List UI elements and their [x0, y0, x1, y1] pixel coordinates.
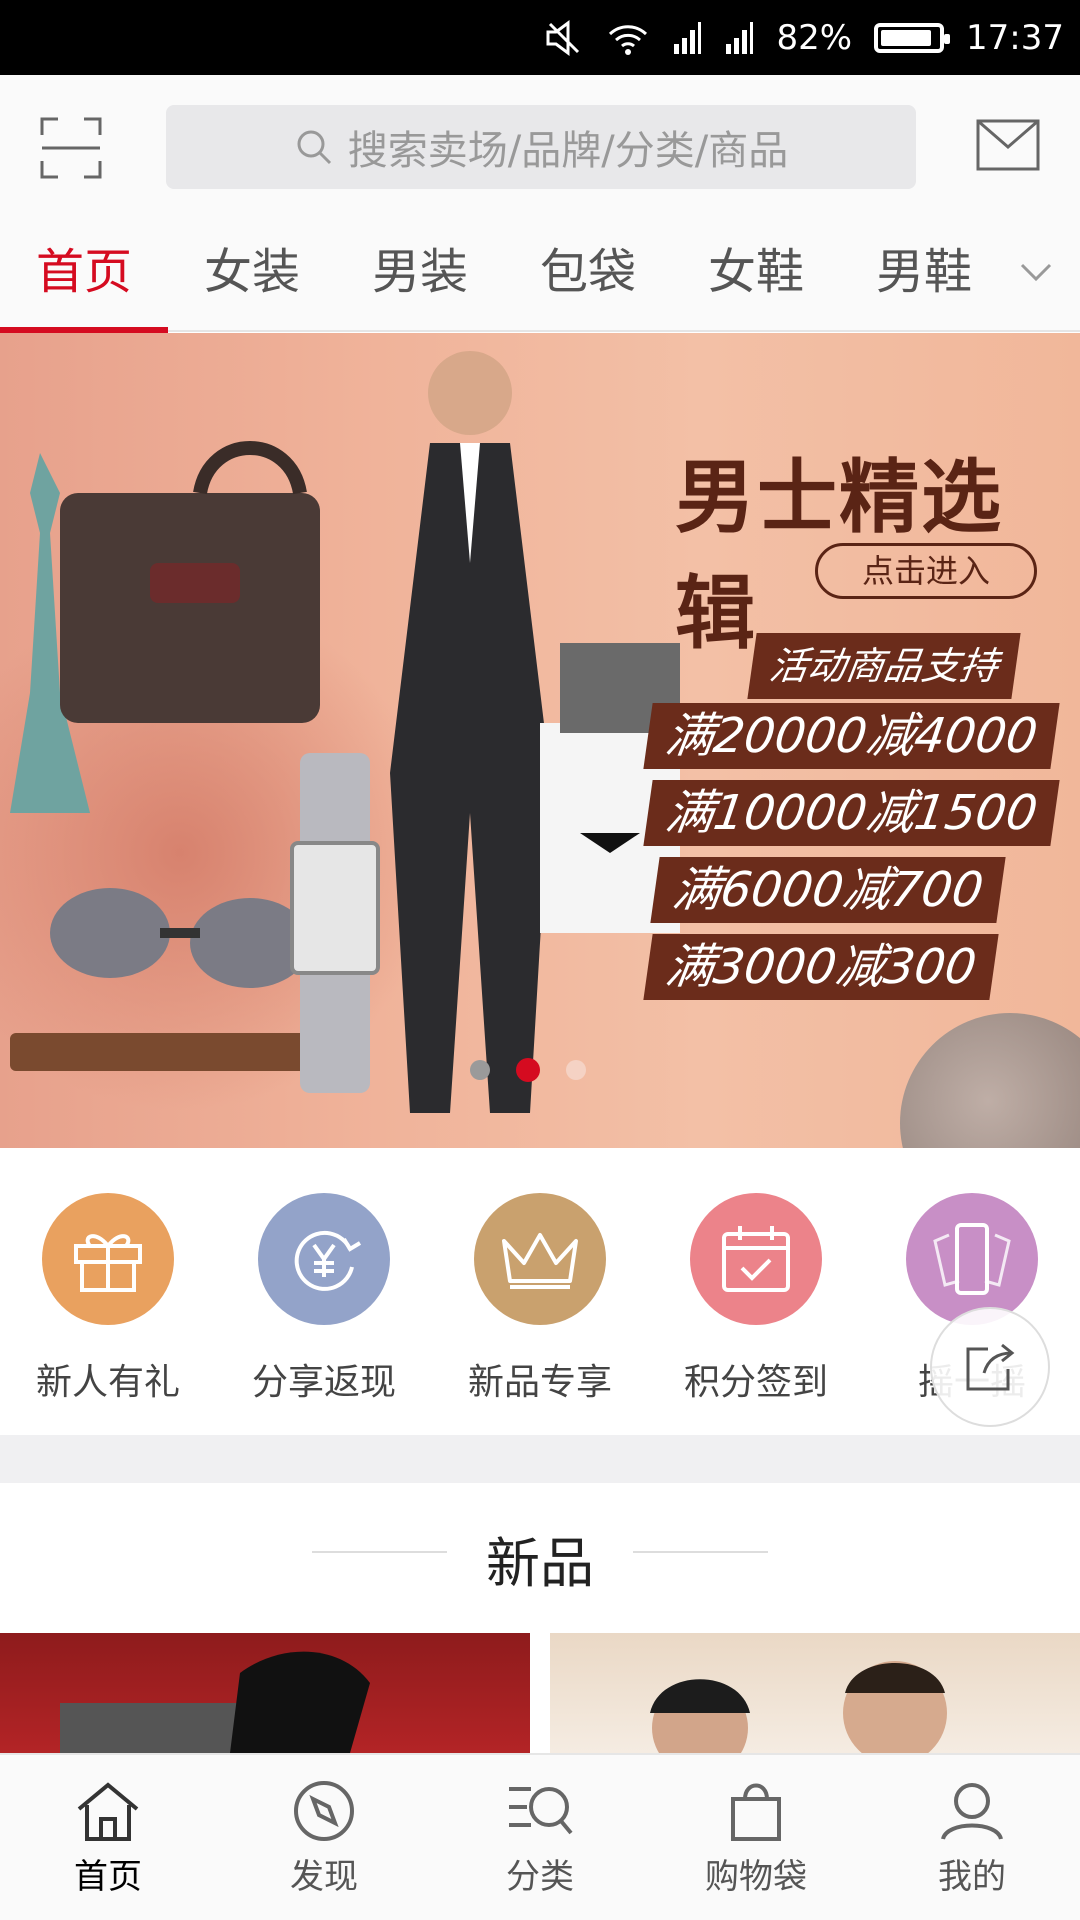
bottom-navigation: 首页 发现 分类 购物袋 我的 [0, 1753, 1080, 1920]
product-card-couple[interactable] [550, 1633, 1080, 1753]
phone-shake-icon [906, 1193, 1038, 1325]
tab-bags[interactable]: 包袋 [504, 214, 672, 331]
bag-icon [731, 1783, 781, 1841]
mute-icon [546, 19, 580, 56]
app-screen: 82% 17:37 搜索卖场/品牌/分类/商品 首页 女装 男装 包袋 女鞋 男… [0, 0, 1080, 1920]
shortcut-label: 分享返现 [251, 1362, 396, 1403]
shortcut-new-user-gift[interactable]: 新人有礼 [8, 1193, 208, 1405]
shortcut-points-checkin[interactable]: 积分签到 [656, 1193, 856, 1405]
search-placeholder: 搜索卖场/品牌/分类/商品 [347, 128, 789, 174]
top-header: 搜索卖场/品牌/分类/商品 [0, 75, 1080, 215]
tab-mens-shoes[interactable]: 男鞋 [840, 214, 1008, 331]
nav-label: 发现 [290, 1857, 358, 1897]
wifi-icon [609, 24, 648, 55]
share-icon [966, 1343, 1015, 1391]
product-image-loafer [60, 1651, 370, 1753]
status-bar: 82% 17:37 [0, 0, 1080, 75]
nav-me[interactable]: 我的 [864, 1755, 1080, 1920]
banner-enter-button[interactable]: 点击进入 [815, 543, 1037, 599]
section-title: 新品 [486, 1532, 594, 1595]
calendar-check-icon [690, 1193, 822, 1325]
tab-womens-shoes[interactable]: 女鞋 [672, 214, 840, 331]
signal-icon-2 [726, 21, 754, 54]
nav-label: 购物袋 [705, 1857, 807, 1897]
chevron-down-icon[interactable] [1016, 251, 1056, 291]
product-card-shoes[interactable] [0, 1633, 530, 1753]
shortcut-label: 积分签到 [683, 1362, 828, 1403]
shortcut-label: 新品专享 [467, 1362, 612, 1403]
shortcut-label: 新人有礼 [35, 1362, 180, 1403]
carousel-dot[interactable] [470, 1060, 490, 1080]
category-search-icon [509, 1787, 573, 1835]
banner-promo-line: 满6000减700 [650, 857, 1006, 923]
shortcut-share-cashback[interactable]: 分享返现 [224, 1193, 424, 1405]
banner-promo-line: 满10000减1500 [643, 780, 1060, 846]
carousel-dot[interactable] [566, 1060, 586, 1080]
gift-icon [42, 1193, 174, 1325]
nav-discover[interactable]: 发现 [216, 1755, 432, 1920]
search-bar[interactable]: 搜索卖场/品牌/分类/商品 [166, 105, 916, 189]
search-icon [297, 130, 331, 165]
divider-line [633, 1551, 768, 1553]
floating-share-button[interactable] [930, 1307, 1050, 1427]
battery-icon [874, 22, 951, 53]
nav-home[interactable]: 首页 [0, 1755, 216, 1920]
nav-shopping-bag[interactable]: 购物袋 [648, 1755, 864, 1920]
user-icon [941, 1783, 1003, 1840]
mail-icon[interactable] [976, 119, 1040, 171]
new-products-header: 新品 [0, 1483, 1080, 1633]
carousel-indicator [470, 1058, 586, 1082]
banner-promo-line: 活动商品支持 [747, 633, 1021, 699]
scan-icon[interactable] [40, 117, 102, 179]
nav-label: 首页 [74, 1857, 142, 1897]
carousel-dot-active[interactable] [516, 1058, 540, 1082]
tab-mens-clothing[interactable]: 男装 [336, 214, 504, 331]
product-collage-image [10, 351, 680, 1113]
shortcut-new-exclusive[interactable]: 新品专享 [440, 1193, 640, 1405]
home-icon [77, 1782, 139, 1841]
nav-category[interactable]: 分类 [432, 1755, 648, 1920]
banner-promo-line: 满20000减4000 [643, 703, 1060, 769]
section-separator [0, 1435, 1080, 1483]
compass-icon [294, 1781, 354, 1841]
shortcut-row: 新人有礼 分享返现 新品专享 积分签到 摇一摇 [0, 1148, 1080, 1435]
nav-label: 我的 [938, 1857, 1006, 1897]
banner-moon-decoration [900, 1013, 1080, 1148]
clock: 17:37 [966, 17, 1064, 58]
crown-icon [474, 1193, 606, 1325]
tab-womens-clothing[interactable]: 女装 [168, 214, 336, 331]
yen-refresh-icon [258, 1193, 390, 1325]
tab-home[interactable]: 首页 [0, 214, 168, 333]
promo-banner[interactable]: 男士精选辑 点击进入 活动商品支持 满20000减4000 满10000减150… [0, 333, 1080, 1148]
battery-percent: 82% [776, 17, 853, 58]
signal-icon [674, 21, 702, 54]
product-image-models [650, 1661, 947, 1753]
category-tabs: 首页 女装 男装 包袋 女鞋 男鞋 [0, 214, 1080, 333]
banner-promo-line: 满3000减300 [643, 934, 999, 1000]
nav-label: 分类 [506, 1857, 574, 1897]
